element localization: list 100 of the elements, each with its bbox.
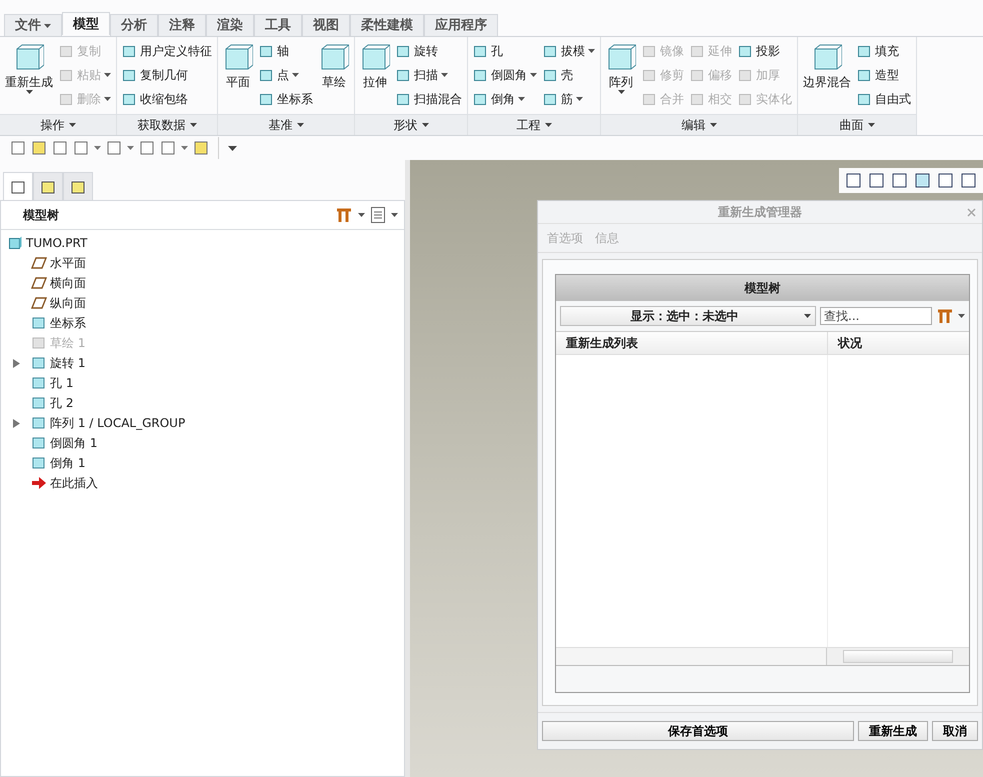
tool-icon xyxy=(59,44,74,58)
expand-arrow-icon[interactable] xyxy=(12,358,20,368)
ribbon-tab[interactable]: 注释 xyxy=(158,14,206,36)
search-field[interactable]: 查找... xyxy=(820,307,932,325)
caret-icon[interactable] xyxy=(228,146,237,150)
tree-item[interactable]: 阵列 1 / LOCAL_GROUP xyxy=(4,414,186,432)
ribbon-button[interactable]: 筋 xyxy=(543,89,595,109)
dialog-button[interactable]: 重新生成 xyxy=(858,721,928,741)
ribbon-tab[interactable]: 模型 xyxy=(62,12,110,35)
tree-item[interactable]: TUMO.PRT xyxy=(1,233,88,253)
tree-item[interactable]: 旋转 1 xyxy=(4,354,86,372)
caret-icon[interactable] xyxy=(94,146,101,150)
ribbon-button[interactable]: 平面 xyxy=(223,41,253,88)
ribbon-button[interactable]: 造型 xyxy=(857,65,911,85)
caret-icon[interactable] xyxy=(181,146,188,150)
ribbon-tab[interactable]: 视图 xyxy=(302,14,350,36)
panel-tab[interactable] xyxy=(63,172,93,200)
tool-icon xyxy=(857,44,872,58)
ribbon-button[interactable]: 倒圆角 xyxy=(473,65,537,85)
display-dropdown[interactable]: 显示：选中：未选中 xyxy=(560,306,816,326)
group-label[interactable]: 形状 xyxy=(355,114,467,135)
ribbon-button[interactable]: 扫描混合 xyxy=(396,89,462,109)
ribbon-button[interactable]: 坐标系 xyxy=(259,89,313,109)
caret-icon xyxy=(26,90,32,94)
group-label[interactable]: 编辑 xyxy=(601,114,797,135)
ribbon-tab[interactable]: 分析 xyxy=(110,14,158,36)
tool-icon xyxy=(259,44,274,58)
tool-icon xyxy=(690,68,705,82)
ribbon-button[interactable]: 拉伸 xyxy=(360,41,390,88)
ribbon-button[interactable]: 填充 xyxy=(857,41,911,61)
list-settings-icon[interactable] xyxy=(370,206,386,224)
horizontal-scrollbar[interactable] xyxy=(827,648,969,665)
tool-icon xyxy=(396,92,411,106)
tool-icon xyxy=(59,92,74,106)
ribbon-tab[interactable]: 文件 xyxy=(4,14,62,36)
caret-icon xyxy=(518,97,525,101)
tree-item[interactable]: 孔 2 xyxy=(4,394,74,412)
dialog-button[interactable]: 保存首选项 xyxy=(542,721,854,741)
caret-icon xyxy=(868,123,874,127)
group-label[interactable]: 基准 xyxy=(218,114,354,135)
ribbon-tab[interactable]: 应用程序 xyxy=(424,14,498,36)
ribbon-button[interactable]: 重新生成 xyxy=(5,41,53,94)
ribbon-button[interactable]: 投影 xyxy=(738,41,792,61)
tree-item[interactable]: 纵向面 xyxy=(4,294,86,312)
ribbon-button[interactable]: 点 xyxy=(259,65,313,85)
datum-plane-icon xyxy=(31,296,47,310)
caret-icon[interactable] xyxy=(958,314,965,318)
datum-plane-icon xyxy=(31,256,47,270)
panel-tab[interactable] xyxy=(3,172,33,200)
tool-icon xyxy=(738,68,753,82)
caret-icon xyxy=(618,90,624,94)
column-header[interactable]: 重新生成列表 xyxy=(556,332,828,354)
ribbon-button[interactable]: 轴 xyxy=(259,41,313,61)
tool-icon xyxy=(738,92,753,106)
caret-icon xyxy=(68,123,76,127)
ribbon-button[interactable]: 收缩包络 xyxy=(122,89,212,109)
tool-icon xyxy=(543,68,558,82)
tree-item[interactable]: 倒圆角 1 xyxy=(4,434,98,452)
tree-item[interactable]: 横向面 xyxy=(4,274,86,292)
tool-icon xyxy=(738,44,753,58)
caret-icon[interactable] xyxy=(358,213,365,217)
ribbon-tab[interactable]: 工具 xyxy=(254,14,302,36)
column-header[interactable]: 状况 xyxy=(828,332,969,354)
ribbon-button[interactable]: 自由式 xyxy=(857,89,911,109)
tree-item[interactable]: 水平面 xyxy=(4,254,86,272)
ribbon-button[interactable]: 拔模 xyxy=(543,41,595,61)
tool-icon xyxy=(857,92,872,106)
tree-item[interactable]: 孔 1 xyxy=(4,374,74,392)
horizontal-scrollbar[interactable] xyxy=(556,648,827,665)
caret-icon xyxy=(576,97,583,101)
ribbon-tab[interactable]: 柔性建模 xyxy=(350,14,424,36)
ribbon-button[interactable]: 倒角 xyxy=(473,89,537,109)
ribbon-button[interactable]: 壳 xyxy=(543,65,595,85)
caret-icon xyxy=(441,73,448,77)
tools-icon[interactable] xyxy=(335,206,353,224)
group-label[interactable]: 工程 xyxy=(468,114,600,135)
group-label[interactable]: 操作 xyxy=(0,114,116,135)
tree-item[interactable]: 坐标系 xyxy=(4,314,86,332)
caret-icon[interactable] xyxy=(127,146,134,150)
ribbon-button[interactable]: 复制几何 xyxy=(122,65,212,85)
tools-icon[interactable] xyxy=(936,307,954,325)
ribbon-tab[interactable]: 渲染 xyxy=(206,14,254,36)
dialog-button[interactable]: 取消 xyxy=(932,721,978,741)
tool-icon xyxy=(122,68,137,82)
ribbon-button[interactable]: 草绘 xyxy=(319,41,349,88)
caret-icon xyxy=(422,123,428,127)
ribbon-button[interactable]: 旋转 xyxy=(396,41,462,61)
tree-item[interactable]: 倒角 1 xyxy=(4,454,86,472)
tool-icon xyxy=(122,44,137,58)
ribbon-button[interactable]: 阵列 xyxy=(606,41,636,94)
ribbon-button[interactable]: 孔 xyxy=(473,41,537,61)
expand-arrow-icon[interactable] xyxy=(12,418,20,428)
group-label[interactable]: 曲面 xyxy=(798,114,916,135)
caret-icon[interactable] xyxy=(391,213,398,217)
group-label[interactable]: 获取数据 xyxy=(117,114,217,135)
ribbon-button[interactable]: 用户定义特征 xyxy=(122,41,212,61)
tree-item[interactable]: 在此插入 xyxy=(4,474,98,492)
ribbon-button[interactable]: 扫描 xyxy=(396,65,462,85)
panel-tab[interactable] xyxy=(33,172,63,200)
ribbon-button[interactable]: 边界混合 xyxy=(803,41,851,88)
